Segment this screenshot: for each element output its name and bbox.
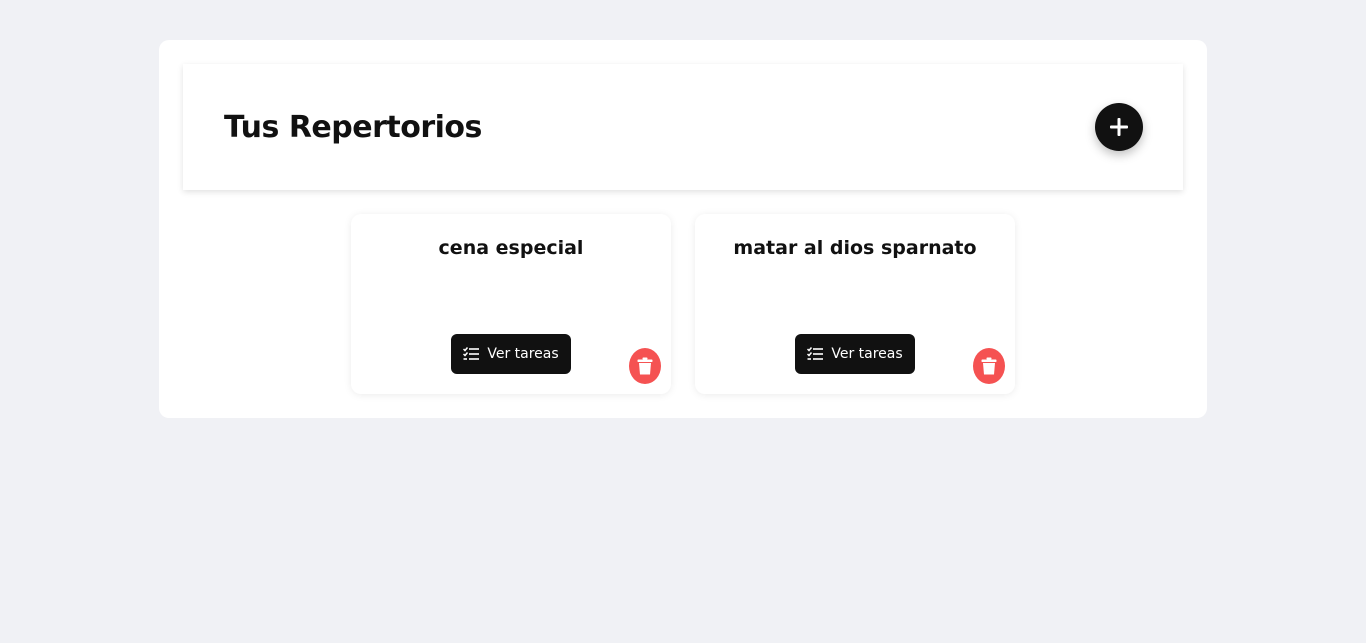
- page-title: Tus Repertorios: [224, 110, 482, 145]
- repertoire-card: cena especial Ver tareas: [351, 214, 671, 394]
- checklist-icon: [463, 347, 480, 361]
- view-tasks-button[interactable]: Ver tareas: [795, 334, 915, 374]
- view-tasks-button[interactable]: Ver tareas: [451, 334, 571, 374]
- trash-icon: [637, 357, 653, 375]
- repertoire-title: cena especial: [438, 237, 584, 259]
- delete-repertoire-button[interactable]: [629, 348, 661, 384]
- page-header: Tus Repertorios: [183, 64, 1183, 190]
- view-tasks-label: Ver tareas: [831, 346, 903, 362]
- repertoires-panel: Tus Repertorios cena especial Ver tareas…: [159, 40, 1207, 418]
- checklist-icon: [807, 347, 824, 361]
- plus-icon: [1108, 116, 1130, 138]
- trash-icon: [981, 357, 997, 375]
- delete-repertoire-button[interactable]: [973, 348, 1005, 384]
- add-repertoire-button[interactable]: [1095, 103, 1143, 151]
- view-tasks-label: Ver tareas: [487, 346, 559, 362]
- repertoire-title: matar al dios sparnato: [733, 237, 977, 259]
- repertoire-card: matar al dios sparnato Ver tareas: [695, 214, 1015, 394]
